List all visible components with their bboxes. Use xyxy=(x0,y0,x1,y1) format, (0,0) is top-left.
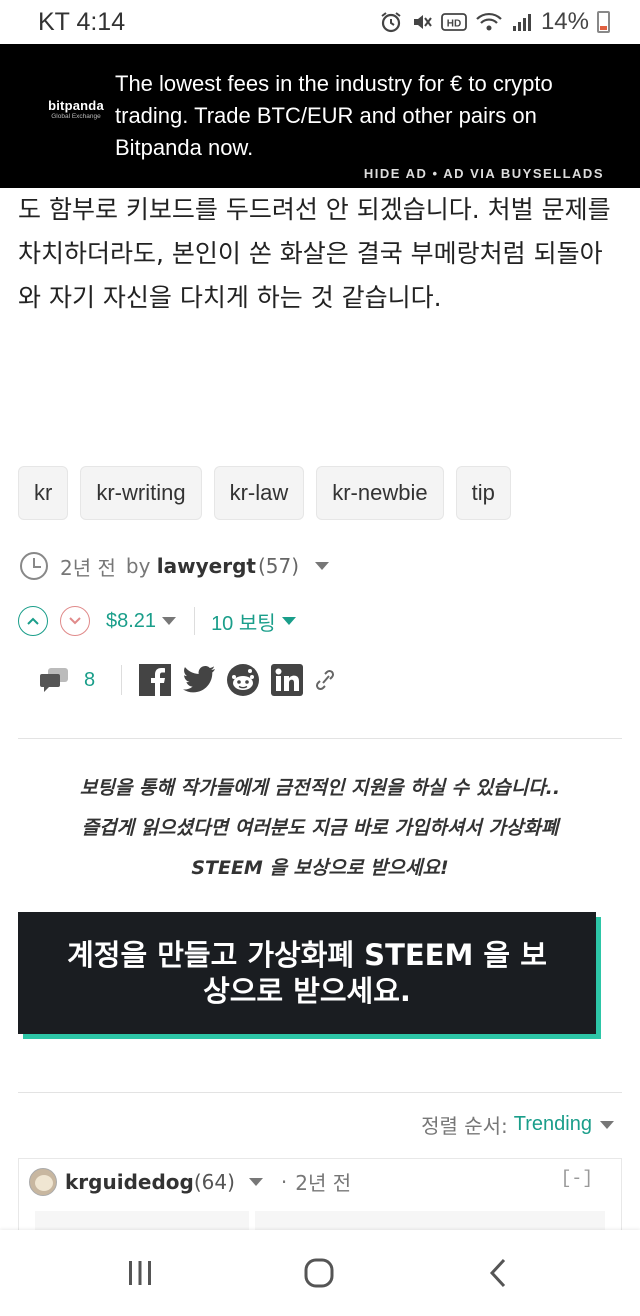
reddit-icon[interactable] xyxy=(226,663,260,697)
recent-apps-icon xyxy=(129,1261,151,1285)
comment-count: 8 xyxy=(84,668,96,691)
vote-bar: $8.21 10 보팅 xyxy=(18,606,296,636)
recent-apps-button[interactable] xyxy=(120,1256,160,1290)
ad-banner[interactable]: bitpanda Global Exchange The lowest fees… xyxy=(0,44,640,188)
collapse-button[interactable]: [-] xyxy=(561,1169,593,1189)
carrier-time: KT 4:14 xyxy=(38,8,126,36)
mute-icon xyxy=(413,15,432,29)
post-meta: 2년 전 by lawyergt (57) xyxy=(18,550,330,582)
voters-dropdown[interactable]: 10 보팅 xyxy=(211,607,296,636)
alarm-icon xyxy=(381,12,401,33)
author-menu-chevron-icon[interactable] xyxy=(315,562,330,570)
upvote-button[interactable] xyxy=(18,606,48,636)
comments-link[interactable]: 8 xyxy=(40,666,95,694)
status-bar: KT 4:14 HD 14% xyxy=(0,0,640,44)
tag-kr-newbie[interactable]: kr-newbie xyxy=(316,466,444,520)
signal-icon xyxy=(512,14,531,31)
comment-author[interactable]: krguidedog xyxy=(65,1170,194,1194)
facebook-icon[interactable] xyxy=(138,663,172,697)
payout-dropdown[interactable]: $8.21 xyxy=(106,609,177,633)
comment-header: krguidedog(64) · 2년 전 xyxy=(29,1167,351,1196)
hd-icon: HD xyxy=(441,13,467,31)
sort-label: 정렬 순서: xyxy=(421,1114,508,1138)
promo-line: 보팅을 통해 작가들에게 금전적인 지원을 하실 수 있습니다.. xyxy=(79,777,561,799)
hide-ad-link[interactable]: HIDE AD xyxy=(364,166,427,181)
wifi-icon xyxy=(476,12,502,31)
chevron-down-icon xyxy=(69,617,81,625)
sort-chevron-icon xyxy=(600,1120,614,1129)
bitpanda-logo: bitpanda Global Exchange xyxy=(48,98,104,120)
comments-icon xyxy=(40,668,68,692)
ad-footer: HIDE AD • AD VIA BUYSELLADS xyxy=(364,166,604,181)
promo-line: STEEM 을 보상으로 받으세요! xyxy=(191,857,449,879)
chevron-up-icon xyxy=(27,617,39,625)
payout-value: $8.21 xyxy=(106,609,157,632)
sort-value: Trending xyxy=(513,1113,592,1135)
tag-kr-law[interactable]: kr-law xyxy=(213,466,305,520)
divider xyxy=(18,738,622,739)
ad-footer-separator: • xyxy=(432,166,439,181)
promo-message: 보팅을 통해 작가들에게 금전적인 지원을 하실 수 있습니다.. 즐겁게 읽으… xyxy=(18,768,622,888)
clock-icon xyxy=(20,552,48,580)
voters-chevron-icon xyxy=(281,617,296,625)
comment-author-reputation: (64) xyxy=(193,1169,235,1194)
author-reputation: (57) xyxy=(257,554,300,578)
tag-kr[interactable]: kr xyxy=(18,466,69,520)
svg-text:HD: HD xyxy=(447,19,461,30)
comment-author-chevron-icon[interactable] xyxy=(248,1177,263,1186)
vote-count: 10 보팅 xyxy=(211,612,276,635)
signup-button[interactable]: 계정을 만들고 가상화폐 STEEM 을 보상으로 받으세요. xyxy=(18,912,596,1034)
comment-separator: · xyxy=(280,1169,288,1194)
payout-chevron-icon xyxy=(162,617,177,625)
ad-text[interactable]: The lowest fees in the industry for € to… xyxy=(115,68,585,164)
divider xyxy=(121,665,123,695)
by-label: by xyxy=(125,554,151,578)
linkedin-icon[interactable] xyxy=(270,663,304,697)
avatar[interactable] xyxy=(29,1167,57,1196)
post-time[interactable]: 2년 전 xyxy=(60,552,116,581)
sort-dropdown[interactable]: 정렬 순서: Trending xyxy=(421,1110,614,1139)
divider xyxy=(194,607,196,635)
tag-kr-writing[interactable]: kr-writing xyxy=(80,466,202,520)
author-name[interactable]: lawyergt xyxy=(157,554,256,578)
share-links xyxy=(138,663,336,697)
home-button[interactable] xyxy=(299,1256,339,1290)
battery-icon xyxy=(597,11,610,33)
social-bar: 8 xyxy=(40,662,336,698)
divider xyxy=(18,1092,622,1093)
promo-line: 즐겁게 읽으셨다면 여러분도 지금 바로 가입하셔서 가상화폐 xyxy=(81,817,559,839)
back-button[interactable] xyxy=(478,1256,518,1290)
downvote-button[interactable] xyxy=(60,606,90,636)
ad-via-link[interactable]: AD VIA BUYSELLADS xyxy=(443,166,604,181)
tag-tip[interactable]: tip xyxy=(455,466,511,520)
tag-list: kr kr-writing kr-law kr-newbie tip xyxy=(18,466,511,520)
system-nav-bar xyxy=(0,1230,640,1316)
article-body: 도 함부로 키보드를 두드려선 안 되겠습니다. 처벌 문제를 차치하더라도, … xyxy=(18,195,611,312)
comment-time[interactable]: 2년 전 xyxy=(295,1167,351,1196)
link-icon[interactable] xyxy=(314,667,336,693)
back-icon xyxy=(489,1258,506,1288)
twitter-icon[interactable] xyxy=(182,665,216,695)
home-icon xyxy=(304,1258,334,1288)
battery-percent: 14% xyxy=(540,8,589,35)
status-icons: HD 14% xyxy=(379,8,610,36)
